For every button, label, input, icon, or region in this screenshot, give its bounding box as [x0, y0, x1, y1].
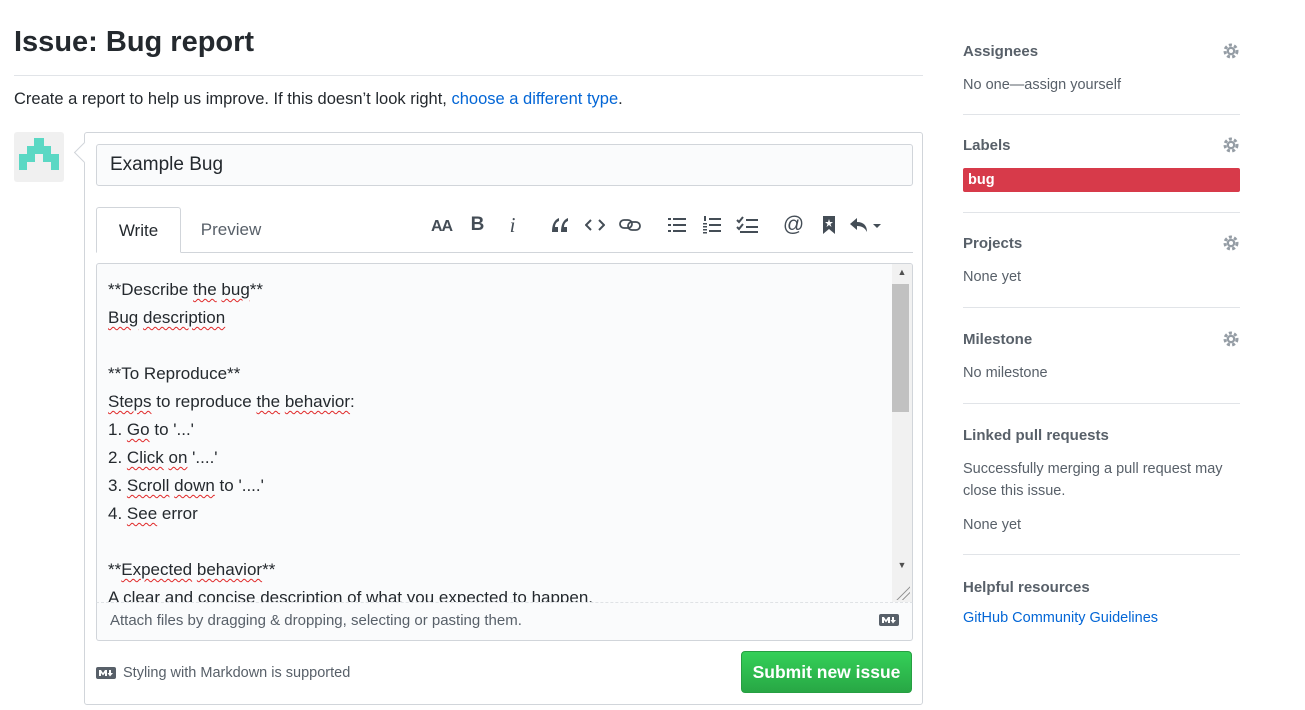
body-line: Steps to reproduce the behavior: [108, 392, 355, 411]
issue-body-textarea[interactable]: **Describe the bug** Bug description **T… [96, 263, 913, 603]
projects-gear-icon[interactable] [1222, 234, 1240, 252]
tab-preview[interactable]: Preview [185, 207, 277, 253]
attach-files-bar[interactable]: Attach files by dragging & dropping, sel… [96, 603, 913, 641]
task-list-icon[interactable] [729, 209, 764, 241]
labels-gear-icon[interactable] [1222, 136, 1240, 154]
projects-section: Projects None yet [963, 234, 1240, 288]
tab-write[interactable]: Write [96, 207, 181, 253]
labels-heading: Labels [963, 137, 1011, 154]
bold-icon[interactable]: B [460, 209, 495, 241]
italic-glyph: i [509, 212, 516, 237]
body-line: **Expected behavior** [108, 560, 276, 579]
community-guidelines-link[interactable]: GitHub Community Guidelines [963, 610, 1240, 626]
projects-value: None yet [963, 269, 1022, 285]
body-line: **Describe the bug** [108, 280, 264, 299]
milestone-value: No milestone [963, 365, 1048, 381]
linked-prs-value: None yet [963, 517, 1022, 533]
spellcheck-word: on [168, 448, 188, 467]
saved-reply-icon[interactable] [811, 209, 846, 241]
body-line: 4. See error [108, 504, 198, 523]
heading-glyph: AA [431, 218, 454, 234]
intro-text-end: . [618, 90, 623, 108]
spellcheck-word: bug [221, 280, 250, 299]
spellcheck-word: the [256, 392, 281, 411]
milestone-heading: Milestone [963, 331, 1033, 348]
spellcheck-word: Steps [108, 392, 152, 411]
mention-icon[interactable]: @ [776, 209, 811, 241]
sidebar-divider [963, 554, 1240, 555]
assignees-heading: Assignees [963, 43, 1039, 60]
heading-icon[interactable]: AA [425, 209, 460, 241]
submit-new-issue-button[interactable]: Submit new issue [741, 651, 912, 693]
intro-text-main: Create a report to help us improve. If t… [14, 90, 447, 108]
labels-section: Labels bug [963, 136, 1240, 192]
attach-files-text: Attach files by dragging & dropping, sel… [110, 612, 522, 629]
spellcheck-word: Expected [121, 560, 193, 579]
sidebar-divider [963, 114, 1240, 115]
choose-different-type-link[interactable]: choose a different type [451, 90, 618, 108]
unordered-list-icon[interactable] [659, 209, 694, 241]
scroll-up-arrow-icon[interactable]: ▲ [896, 267, 908, 281]
helpful-resources-section: Helpful resources GitHub Community Guide… [963, 578, 1240, 626]
bold-glyph: B [470, 214, 485, 235]
scroll-down-arrow-icon[interactable]: ▼ [896, 560, 908, 574]
spellcheck-word: See [126, 504, 158, 523]
body-line: Bug description [108, 308, 225, 327]
link-icon[interactable] [612, 209, 647, 241]
spellcheck-word: Click [126, 448, 164, 467]
issue-body-text: **Describe the bug** Bug description **T… [108, 276, 593, 603]
spellcheck-word: description [260, 588, 343, 603]
assign-yourself-link[interactable]: No one—assign yourself [963, 74, 1240, 96]
body-line: **To Reproduce** [108, 364, 241, 383]
helpful-resources-heading: Helpful resources [963, 579, 1090, 596]
body-line: 1. Go to '...' [108, 420, 194, 439]
markdown-icon [879, 614, 899, 626]
assignees-gear-icon[interactable] [1222, 42, 1240, 60]
spellcheck-word: description [142, 308, 226, 327]
linked-prs-description: Successfully merging a pull request may … [963, 461, 1223, 499]
avatar [14, 132, 64, 182]
markdown-supported-text: Styling with Markdown is supported [123, 665, 351, 681]
code-icon[interactable] [577, 209, 612, 241]
spellcheck-word: the [193, 280, 217, 299]
linked-prs-heading: Linked pull requests [963, 427, 1109, 444]
label-bug[interactable]: bug [963, 168, 1240, 192]
projects-heading: Projects [963, 235, 1023, 252]
issue-form: Write Preview AA B i @ [84, 132, 923, 705]
ordered-list-icon[interactable] [694, 209, 729, 241]
sidebar-divider [963, 212, 1240, 213]
markdown-toolbar: AA B i @ [425, 209, 886, 241]
resize-grip-icon[interactable] [896, 586, 910, 600]
quote-icon[interactable] [542, 209, 577, 241]
identicon-icon [19, 138, 59, 170]
reply-dropdown-icon[interactable] [846, 209, 886, 241]
body-line: A clear and concise description of what … [108, 588, 593, 603]
body-line: 2. Click on '....' [108, 448, 218, 467]
spellcheck-word: behavior [284, 392, 351, 411]
linked-prs-section: Linked pull requests Successfully mergin… [963, 426, 1240, 536]
assignees-section: Assignees No one—assign yourself [963, 42, 1240, 96]
body-line: 3. Scroll down to '....' [108, 476, 264, 495]
spellcheck-word: Scroll [126, 476, 170, 495]
spellcheck-word: down [174, 476, 215, 495]
spellcheck-word: Bug [108, 308, 139, 327]
intro-text: Create a report to help us improve. If t… [14, 90, 623, 109]
sidebar-divider [963, 403, 1240, 404]
spellcheck-word: Go [126, 420, 150, 439]
sidebar-divider [963, 307, 1240, 308]
issue-title-input[interactable] [96, 144, 913, 186]
editor-scrollbar-thumb[interactable] [892, 284, 909, 412]
italic-icon[interactable]: i [495, 209, 530, 241]
page-title: Issue: Bug report [14, 26, 255, 58]
markdown-icon [96, 667, 116, 679]
spellcheck-word: behavior [196, 560, 263, 579]
title-divider [14, 75, 923, 76]
milestone-gear-icon[interactable] [1222, 330, 1240, 348]
milestone-section: Milestone No milestone [963, 330, 1240, 384]
mention-glyph: @ [782, 213, 805, 236]
markdown-supported-note[interactable]: Styling with Markdown is supported [96, 665, 350, 681]
